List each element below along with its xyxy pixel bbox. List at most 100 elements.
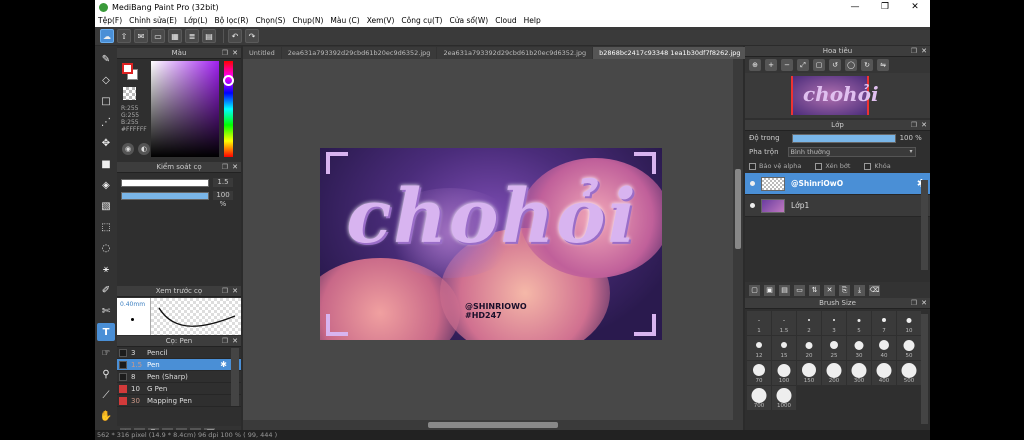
select-eraser-tool-icon[interactable]: ✄ bbox=[97, 302, 115, 320]
brush-size-slider[interactable] bbox=[121, 178, 209, 187]
rotate-reset-icon[interactable]: ◯ bbox=[845, 59, 857, 71]
pen-item-mapping-pen[interactable]: 30 Mapping Pen bbox=[117, 395, 241, 407]
actual-size-icon[interactable]: ▢ bbox=[813, 59, 825, 71]
flip-icon[interactable]: ⇋ bbox=[877, 59, 889, 71]
close-icon[interactable]: ✕ bbox=[921, 120, 927, 131]
close-icon[interactable]: ✕ bbox=[232, 48, 238, 59]
menu-filter[interactable]: Bộ lọc(R) bbox=[215, 16, 249, 25]
brush-size-option[interactable]: 20 bbox=[797, 336, 821, 360]
float-icon[interactable]: ❐ bbox=[222, 286, 228, 297]
color-mode-icon[interactable]: ◐ bbox=[138, 143, 150, 155]
pen-item-pen-sharp[interactable]: 8 Pen (Sharp) bbox=[117, 371, 241, 383]
text-tool-icon[interactable]: T bbox=[97, 323, 115, 341]
menu-snap[interactable]: Chụp(N) bbox=[292, 16, 323, 25]
new-layer-8bit-icon[interactable]: ▣ bbox=[764, 284, 775, 296]
close-icon[interactable]: ✕ bbox=[232, 286, 238, 297]
brush-size-option[interactable]: 400 bbox=[872, 361, 896, 385]
gear-icon[interactable]: ✱ bbox=[220, 360, 227, 369]
zoom-in-icon[interactable]: + bbox=[765, 59, 777, 71]
menu-select[interactable]: Chọn(S) bbox=[255, 16, 285, 25]
new-layer-icon[interactable]: ▢ bbox=[749, 284, 760, 296]
list-icon[interactable]: ≣ bbox=[185, 29, 199, 43]
fill-rect-tool-icon[interactable]: ■ bbox=[97, 155, 115, 173]
rotate-right-icon[interactable]: ↻ bbox=[861, 59, 873, 71]
merge-down-icon[interactable]: ⤓ bbox=[854, 284, 865, 296]
brush-size-option[interactable]: 50 bbox=[897, 336, 921, 360]
pen-item-g-pen[interactable]: 10 G Pen bbox=[117, 383, 241, 395]
upload-icon[interactable]: ⇧ bbox=[117, 29, 131, 43]
canvas-vertical-scrollbar[interactable] bbox=[733, 59, 743, 430]
close-window-button[interactable]: ✕ bbox=[900, 0, 930, 14]
brush-size-option[interactable]: 25 bbox=[822, 336, 846, 360]
duplicate-layer-icon[interactable]: ⎘ bbox=[839, 284, 850, 296]
layer-item-shinriowo[interactable]: @ShinriOwO ✱ bbox=[745, 173, 930, 195]
folder-icon[interactable]: ▭ bbox=[794, 284, 805, 296]
float-icon[interactable]: ❐ bbox=[222, 162, 228, 173]
brush-size-scrollbar[interactable] bbox=[921, 314, 928, 424]
eyedropper-tool-icon[interactable]: ⚲ bbox=[97, 365, 115, 383]
menu-view[interactable]: Xem(V) bbox=[367, 16, 395, 25]
pen-list-scrollbar[interactable] bbox=[231, 348, 239, 406]
float-icon[interactable]: ❐ bbox=[222, 336, 228, 347]
close-icon[interactable]: ✕ bbox=[232, 162, 238, 173]
bucket-tool-icon[interactable]: ◈ bbox=[97, 176, 115, 194]
transparent-color-swatch[interactable] bbox=[123, 87, 136, 100]
float-icon[interactable]: ❐ bbox=[222, 48, 228, 59]
brush-size-option[interactable]: 150 bbox=[797, 361, 821, 385]
brush-size-option[interactable]: 3 bbox=[822, 311, 846, 335]
close-icon[interactable]: ✕ bbox=[921, 46, 927, 57]
navigator-view[interactable]: chohỏi bbox=[745, 73, 930, 118]
brush-size-option[interactable]: 30 bbox=[847, 336, 871, 360]
canvas-area[interactable]: Untitled 2ea631a793392d29cbd61b20ec9d635… bbox=[243, 46, 747, 430]
brush-size-option[interactable]: 1 bbox=[747, 311, 771, 335]
brush-size-option[interactable]: 700 bbox=[747, 386, 771, 410]
artwork-canvas[interactable]: chohỏi @SHINRIOWO #HD247 bbox=[320, 148, 662, 340]
brush-opacity-slider[interactable] bbox=[121, 191, 209, 200]
scroll-thumb[interactable] bbox=[428, 422, 558, 428]
palette-icon[interactable]: ◉ bbox=[122, 143, 134, 155]
canvas-horizontal-scrollbar[interactable] bbox=[243, 420, 733, 430]
visibility-icon[interactable] bbox=[750, 203, 755, 208]
magic-wand-tool-icon[interactable]: ⚹ bbox=[97, 260, 115, 278]
menu-window[interactable]: Cửa sổ(W) bbox=[449, 16, 488, 25]
brush-size-option[interactable]: 12 bbox=[747, 336, 771, 360]
hue-knob[interactable] bbox=[223, 75, 234, 86]
lasso-tool-icon[interactable]: ◌ bbox=[97, 239, 115, 257]
navigator-thumbnail[interactable]: chohỏi bbox=[791, 76, 879, 115]
move-tool-icon[interactable]: ✥ bbox=[97, 134, 115, 152]
float-icon[interactable]: ❐ bbox=[911, 298, 917, 309]
shape-tool-icon[interactable]: □ bbox=[97, 92, 115, 110]
brush-size-option[interactable]: 1.5 bbox=[772, 311, 796, 335]
protect-alpha-checkbox[interactable]: Bảo vệ alpha bbox=[749, 162, 801, 170]
brush-size-option[interactable]: 100 bbox=[772, 361, 796, 385]
menu-file[interactable]: Tệp(F) bbox=[98, 16, 122, 25]
comment-icon[interactable]: ✉ bbox=[134, 29, 148, 43]
brush-size-option[interactable]: 40 bbox=[872, 336, 896, 360]
foreground-color-swatch[interactable] bbox=[122, 63, 133, 74]
tab-untitled[interactable]: Untitled bbox=[243, 47, 281, 59]
blend-mode-select[interactable]: Bình thường ▾ bbox=[787, 147, 916, 157]
pen-item-pen[interactable]: 1.5 Pen ✱ bbox=[117, 359, 241, 371]
display-icon[interactable]: ▭ bbox=[151, 29, 165, 43]
brush-size-option[interactable]: 10 bbox=[897, 311, 921, 335]
visibility-icon[interactable] bbox=[750, 181, 755, 186]
brush-tool-icon[interactable]: ✎ bbox=[97, 50, 115, 68]
saturation-value-picker[interactable] bbox=[151, 61, 219, 157]
brush-size-option[interactable]: 5 bbox=[847, 311, 871, 335]
float-icon[interactable]: ❐ bbox=[911, 120, 917, 131]
brush-size-option[interactable]: 70 bbox=[747, 361, 771, 385]
menu-help[interactable]: Help bbox=[524, 16, 541, 25]
maximize-button[interactable]: ❐ bbox=[870, 0, 900, 14]
fit-view-icon[interactable]: ⤢ bbox=[797, 59, 809, 71]
operation-tool-icon[interactable]: ☞ bbox=[97, 344, 115, 362]
brush-opacity-value[interactable]: 100 % bbox=[213, 191, 233, 208]
layer-opacity-slider[interactable] bbox=[791, 133, 896, 143]
hand-tool-icon[interactable]: ✋ bbox=[97, 407, 115, 425]
trash-icon[interactable]: ⌫ bbox=[869, 284, 880, 296]
grid-icon[interactable]: ▦ bbox=[168, 29, 182, 43]
brush-size-option[interactable]: 500 bbox=[897, 361, 921, 385]
float-icon[interactable]: ❐ bbox=[911, 46, 917, 57]
close-icon[interactable]: ✕ bbox=[921, 298, 927, 309]
minimize-button[interactable]: — bbox=[840, 0, 870, 14]
lock-checkbox[interactable]: Khóa bbox=[864, 162, 891, 170]
